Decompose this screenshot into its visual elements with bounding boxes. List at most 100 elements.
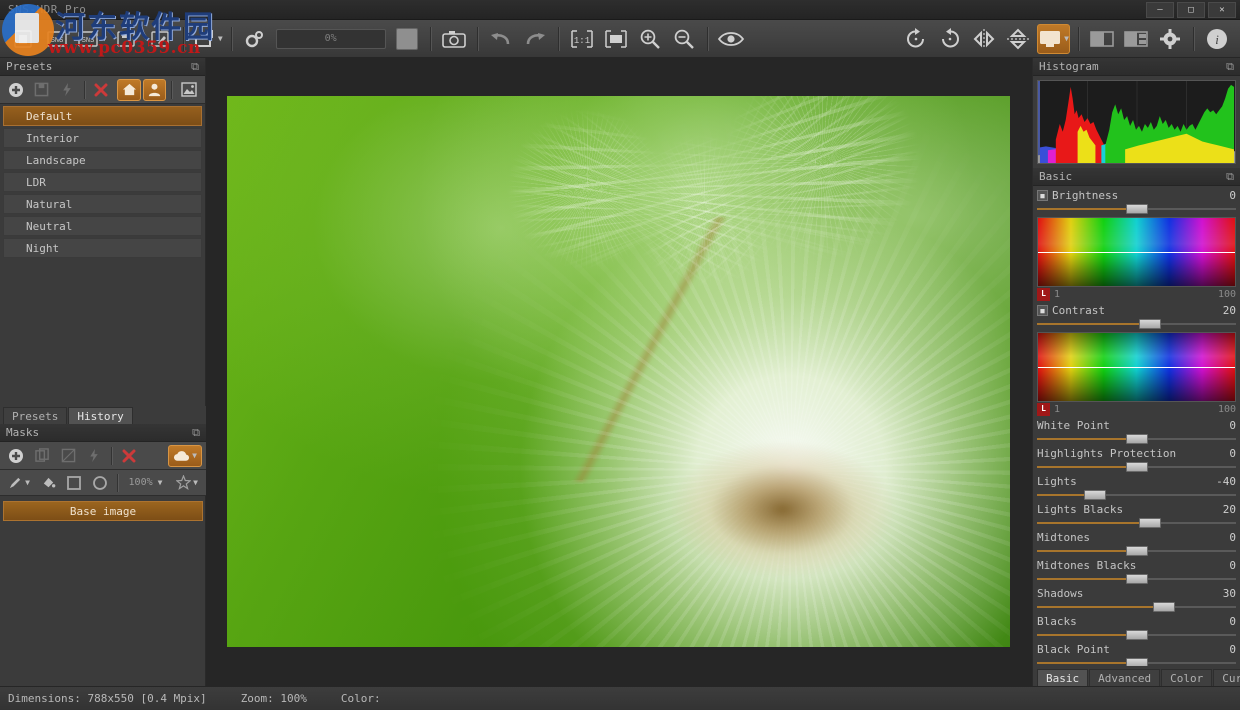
presets-panel-title: Presets xyxy=(6,60,52,73)
chevron-down-icon[interactable]: ▼ xyxy=(158,478,163,487)
slider-label-row: Highlights Protection 0 xyxy=(1037,446,1236,461)
delete-preset-button[interactable] xyxy=(90,79,114,101)
slider-track[interactable] xyxy=(1037,630,1236,640)
chevron-down-icon[interactable]: ▼ xyxy=(192,451,197,460)
settings-gears-icon[interactable] xyxy=(240,24,270,54)
open-single-icon[interactable] xyxy=(8,24,38,54)
slider-midtones-blacks: Midtones Blacks 0 xyxy=(1037,558,1236,584)
camera-icon[interactable] xyxy=(439,24,469,54)
undo-icon[interactable] xyxy=(486,24,516,54)
slider-label-row: Midtones Blacks 0 xyxy=(1037,558,1236,573)
mask-type-dropdown[interactable]: ▼ xyxy=(168,445,202,467)
chevron-down-icon[interactable]: ▼ xyxy=(102,34,107,43)
save-icon[interactable] xyxy=(111,24,141,54)
toolbar-separator xyxy=(1078,27,1079,51)
stop-square-icon[interactable] xyxy=(392,24,422,54)
tab-curves[interactable]: Curves xyxy=(1213,669,1240,686)
flip-vertical-icon[interactable] xyxy=(1003,24,1033,54)
lock-range-badge[interactable]: L xyxy=(1037,403,1050,416)
info-icon[interactable]: i xyxy=(1202,24,1232,54)
slider-label-row: ■ Contrast 20 xyxy=(1037,303,1236,318)
open-sns-icon[interactable]: SNS xyxy=(42,24,72,54)
lock-badge-icon[interactable]: ■ xyxy=(1037,190,1048,201)
delete-mask-button[interactable] xyxy=(117,445,141,467)
duplicate-mask-button[interactable] xyxy=(30,445,54,467)
image-preview[interactable] xyxy=(227,96,1010,647)
slider-track[interactable] xyxy=(1037,490,1236,500)
tab-color[interactable]: Color xyxy=(1161,669,1212,686)
svg-text:SNS: SNS xyxy=(82,37,95,45)
opacity-dropdown[interactable]: 100% ▼ xyxy=(123,472,165,494)
layout-split-icon[interactable] xyxy=(1087,24,1117,54)
preview-eye-icon[interactable] xyxy=(716,24,746,54)
lock-range-badge[interactable]: L xyxy=(1037,288,1050,301)
save-preset-button[interactable] xyxy=(30,79,54,101)
slider-track[interactable] xyxy=(1037,574,1236,584)
zoom-1-1-icon[interactable]: 1:1 xyxy=(567,24,597,54)
batch-sns-icon[interactable]: SNS ▼ xyxy=(76,24,107,54)
close-button[interactable]: ✕ xyxy=(1208,2,1236,18)
undock-icon[interactable]: ⧉ xyxy=(1226,60,1234,74)
tab-basic[interactable]: Basic xyxy=(1037,669,1088,686)
export-icon[interactable]: ▼ xyxy=(192,24,223,54)
flip-horizontal-icon[interactable] xyxy=(969,24,999,54)
slider-track[interactable] xyxy=(1037,602,1236,612)
undock-icon[interactable]: ⧉ xyxy=(192,426,200,440)
refresh-preset-button[interactable] xyxy=(55,79,79,101)
brush-tool-button[interactable]: ▼ xyxy=(4,472,34,494)
zoom-out-icon[interactable] xyxy=(669,24,699,54)
preset-item-neutral[interactable]: Neutral xyxy=(3,216,202,236)
slider-track[interactable] xyxy=(1037,434,1236,444)
star-shape-dropdown[interactable]: ▼ xyxy=(172,472,202,494)
slider-track[interactable] xyxy=(1037,319,1236,329)
slider-track[interactable] xyxy=(1037,518,1236,528)
slider-track[interactable] xyxy=(1037,204,1236,214)
chevron-down-icon[interactable]: ▼ xyxy=(25,478,30,487)
undock-icon[interactable]: ⧉ xyxy=(191,60,199,74)
gear-icon[interactable] xyxy=(1155,24,1185,54)
brightness-color-map[interactable] xyxy=(1037,217,1236,287)
ellipse-select-button[interactable] xyxy=(88,472,112,494)
auto-mask-button[interactable] xyxy=(82,445,106,467)
rectangle-select-button[interactable] xyxy=(62,472,86,494)
image-mask-button[interactable] xyxy=(56,445,80,467)
redo-icon[interactable] xyxy=(520,24,550,54)
maximize-button[interactable]: □ xyxy=(1177,2,1205,18)
display-mode-icon[interactable]: ▼ xyxy=(1037,24,1070,54)
rotate-cw-icon[interactable] xyxy=(901,24,931,54)
svg-text:1:1: 1:1 xyxy=(574,36,590,46)
slider-track[interactable] xyxy=(1037,546,1236,556)
histogram-panel-header: Histogram ⧉ xyxy=(1033,58,1240,76)
minimize-button[interactable]: – xyxy=(1146,2,1174,18)
chevron-down-icon[interactable]: ▼ xyxy=(193,478,198,487)
rotate-ccw-icon[interactable] xyxy=(935,24,965,54)
slider-track[interactable] xyxy=(1037,462,1236,472)
lock-badge-icon[interactable]: ■ xyxy=(1037,305,1048,316)
save-edit-icon[interactable] xyxy=(145,24,175,54)
chevron-down-icon[interactable]: ▼ xyxy=(218,34,223,43)
mask-layer-base-image[interactable]: Base image xyxy=(3,501,203,521)
preset-item-ldr[interactable]: LDR xyxy=(3,172,202,192)
chevron-down-icon[interactable]: ▼ xyxy=(1064,34,1069,43)
preset-item-natural[interactable]: Natural xyxy=(3,194,202,214)
zoom-in-icon[interactable] xyxy=(635,24,665,54)
preset-item-interior[interactable]: Interior xyxy=(3,128,202,148)
layout-panels-icon[interactable] xyxy=(1121,24,1151,54)
tab-advanced[interactable]: Advanced xyxy=(1089,669,1160,686)
preset-item-night[interactable]: Night xyxy=(3,238,202,258)
fill-bucket-button[interactable] xyxy=(36,472,60,494)
user-presets-button[interactable] xyxy=(143,79,167,101)
image-presets-button[interactable] xyxy=(177,79,201,101)
undock-icon[interactable]: ⧉ xyxy=(1226,170,1234,184)
fit-to-window-icon[interactable] xyxy=(601,24,631,54)
contrast-color-map[interactable] xyxy=(1037,332,1236,402)
add-mask-button[interactable] xyxy=(4,445,28,467)
tab-presets[interactable]: Presets xyxy=(3,407,67,424)
preset-item-landscape[interactable]: Landscape xyxy=(3,150,202,170)
preset-item-default[interactable]: Default xyxy=(3,106,202,126)
toolbar-separator xyxy=(558,27,559,51)
add-preset-button[interactable] xyxy=(4,79,28,101)
home-presets-button[interactable] xyxy=(117,79,141,101)
tab-history[interactable]: History xyxy=(68,407,132,424)
canvas-area[interactable] xyxy=(206,58,1032,686)
